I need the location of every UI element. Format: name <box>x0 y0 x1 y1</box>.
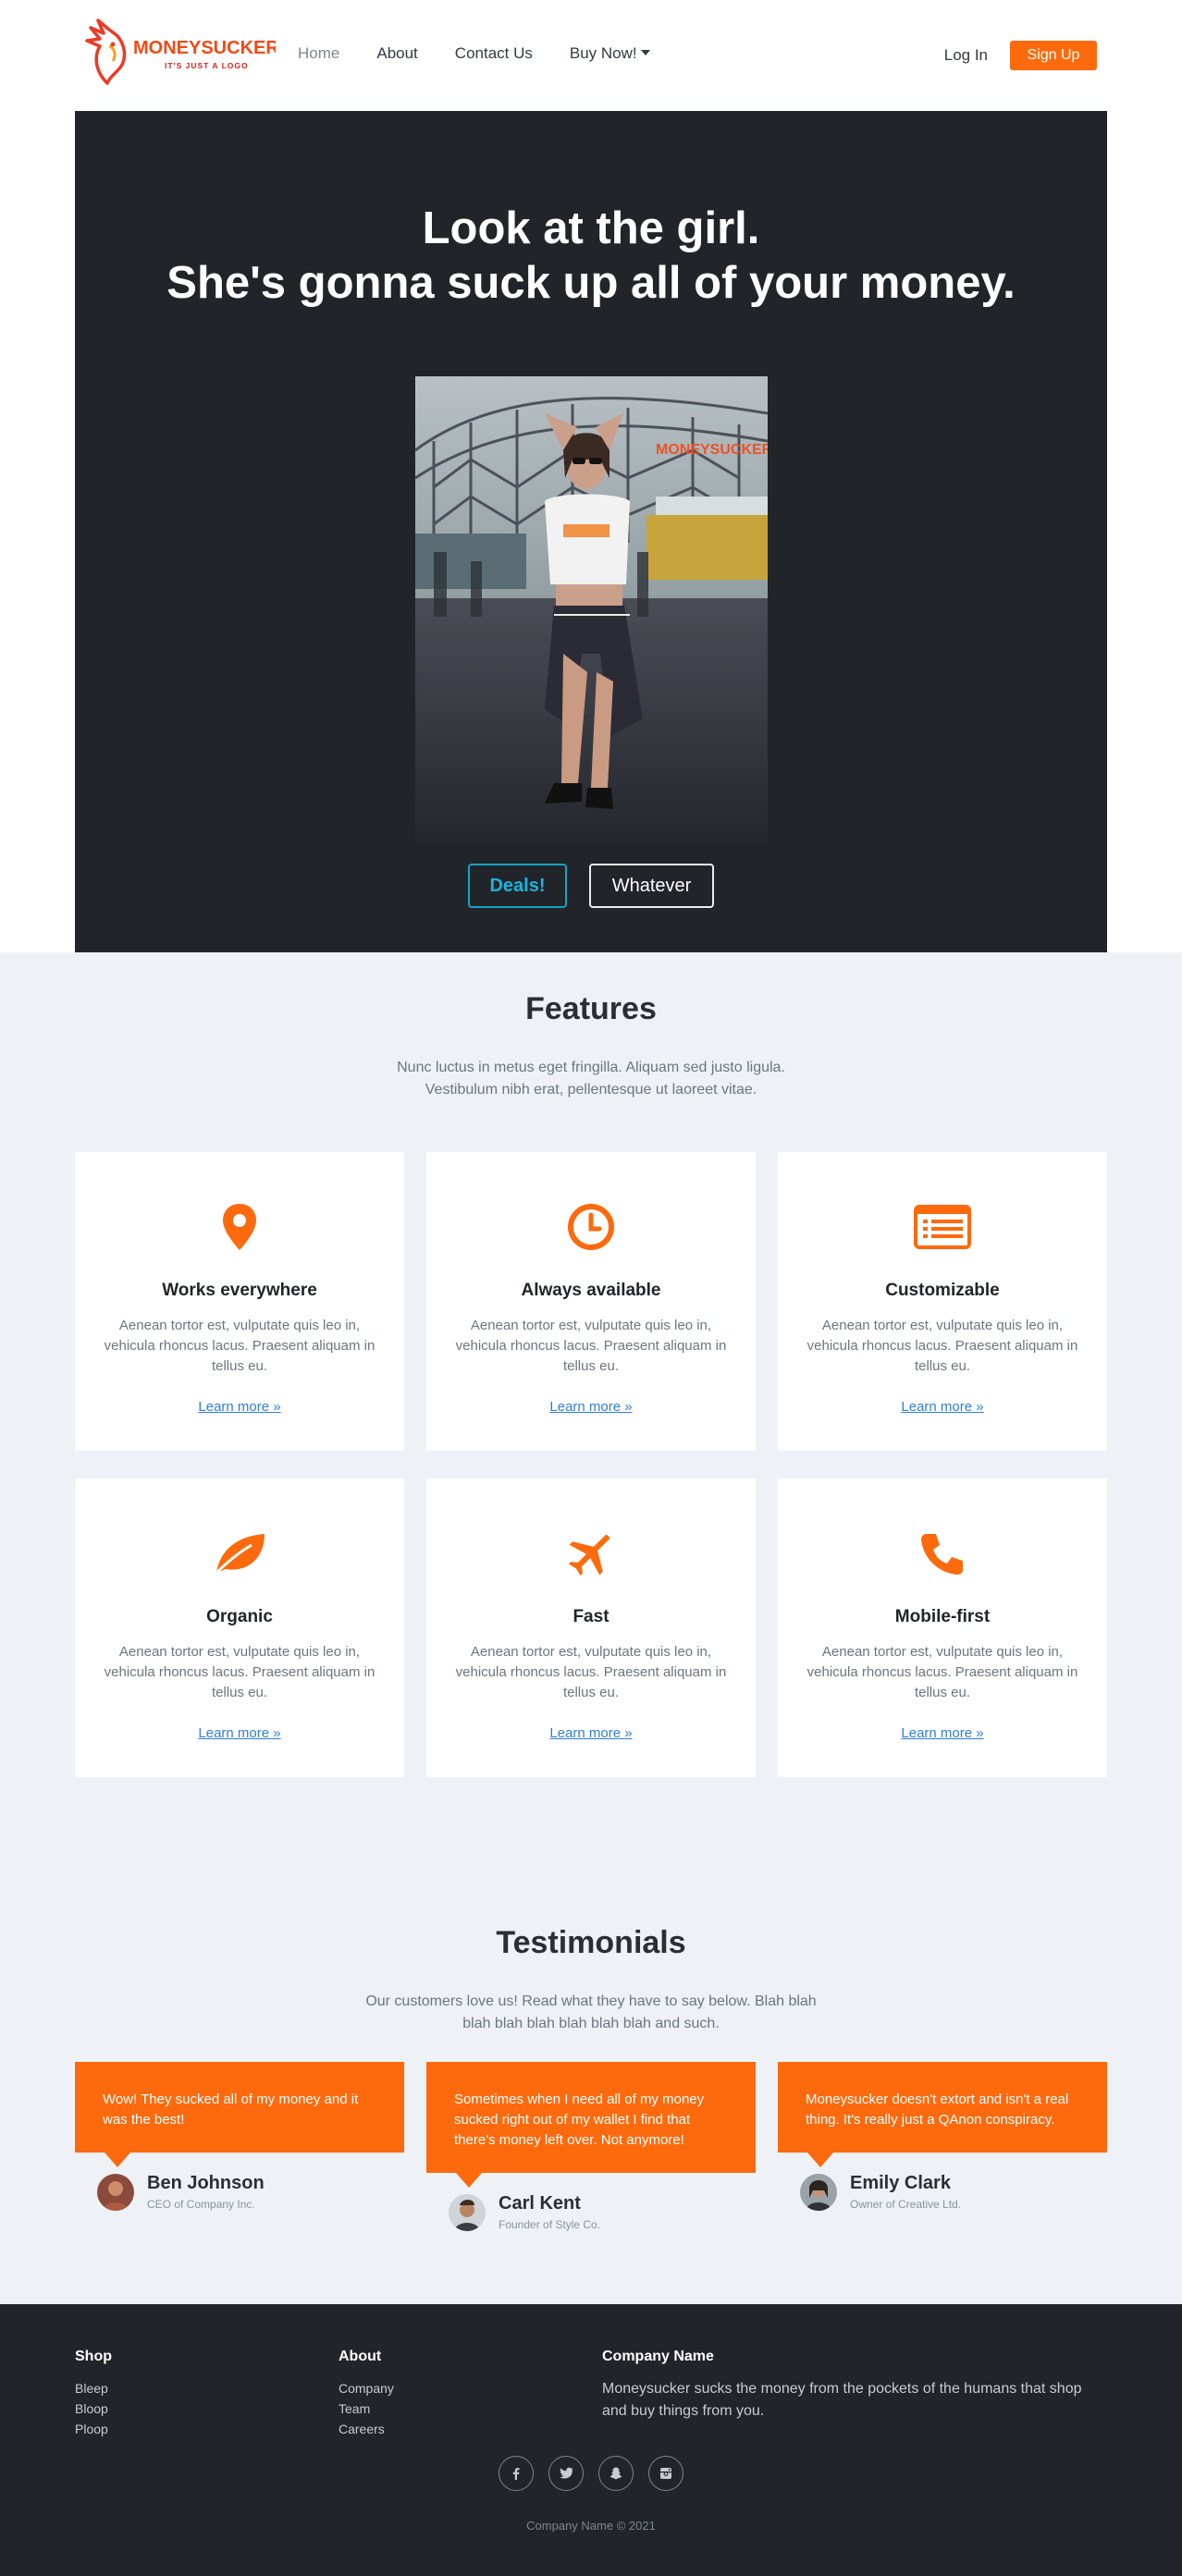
testimonial-author: Emily Clark Owner of Creative Ltd. <box>800 2173 1107 2211</box>
learn-more-link[interactable]: Learn more » <box>901 1399 983 1415</box>
instagram-icon[interactable] <box>648 2456 683 2491</box>
features-section: Features Nunc luctus in metus eget fring… <box>0 952 1182 2304</box>
nav-buy-now-dropdown[interactable]: Buy Now! <box>570 44 650 63</box>
feature-title: Always available <box>521 1281 661 1300</box>
testimonials-title: Testimonials <box>496 1925 686 1960</box>
testimonials-grid: Wow! They sucked all of my money and it … <box>75 2062 1107 2231</box>
hero-title-line-1: Look at the girl. <box>422 203 760 253</box>
testimonial: Wow! They sucked all of my money and it … <box>75 2062 404 2231</box>
avatar <box>97 2173 134 2211</box>
social-links <box>0 2456 1182 2491</box>
footer-company-column: Company Name Moneysucker sucks the money… <box>602 2349 1102 2423</box>
author-role: Owner of Creative Ltd. <box>850 2198 962 2211</box>
footer-link[interactable]: Ploop <box>75 2419 112 2439</box>
author-role: Founder of Style Co. <box>499 2218 601 2231</box>
feature-text: Aenean tortor est, vulputate quis leo in… <box>806 1318 1078 1374</box>
feature-card: Mobile-first Aenean tortor est, vulputat… <box>778 1478 1107 1777</box>
learn-more-link[interactable]: Learn more » <box>901 1725 983 1741</box>
hero-actions: Deals! Whatever <box>75 864 1107 908</box>
features-title: Features <box>525 991 657 1026</box>
phone-icon <box>778 1526 1107 1581</box>
footer-link[interactable]: Careers <box>339 2419 394 2439</box>
feature-card: Always available Aenean tortor est, vulp… <box>426 1152 756 1451</box>
author-name: Emily Clark <box>850 2173 951 2193</box>
learn-more-link[interactable]: Learn more » <box>549 1725 632 1741</box>
hero-title: Look at the girl. She's gonna suck up al… <box>75 202 1107 311</box>
main-nav: Home About Contact Us Buy Now! <box>298 44 687 63</box>
photo-logo-watermark: MONEYSUCKER <box>656 442 768 458</box>
auth-links: Log In Sign Up <box>944 41 1097 70</box>
testimonial-author: Ben Johnson CEO of Company Inc. <box>97 2173 404 2211</box>
features-lead: Nunc luctus in metus eget fringilla. Ali… <box>397 1060 785 1098</box>
footer-link[interactable]: Bloop <box>75 2398 112 2419</box>
clock-icon <box>426 1199 756 1255</box>
login-link[interactable]: Log In <box>944 46 988 65</box>
feature-text: Aenean tortor est, vulputate quis leo in… <box>104 1644 376 1700</box>
avatar <box>800 2173 837 2211</box>
nav-about[interactable]: About <box>376 44 417 63</box>
hero-title-line-2: She's gonna suck up all of your money. <box>166 258 1016 308</box>
features-grid: Works everywhere Aenean tortor est, vulp… <box>75 1152 1107 1777</box>
feature-text: Aenean tortor est, vulputate quis leo in… <box>455 1644 727 1700</box>
feature-text: Aenean tortor est, vulputate quis leo in… <box>806 1644 1078 1700</box>
feature-card: Works everywhere Aenean tortor est, vulp… <box>75 1152 404 1451</box>
caret-down-icon <box>640 50 650 55</box>
testimonial-quote: Wow! They sucked all of my money and it … <box>75 2062 404 2167</box>
footer-heading: Shop <box>75 2349 112 2364</box>
feature-title: Works everywhere <box>162 1281 317 1300</box>
testimonial: Moneysucker doesn't extort and isn't a r… <box>778 2062 1107 2231</box>
feature-text: Aenean tortor est, vulputate quis leo in… <box>104 1318 376 1374</box>
avatar <box>449 2193 486 2231</box>
facebook-icon[interactable] <box>499 2456 534 2491</box>
copyright: Company Name © 2021 <box>526 2519 656 2533</box>
whatever-button[interactable]: Whatever <box>589 864 714 908</box>
hero-section: Look at the girl. She's gonna suck up al… <box>75 111 1107 952</box>
twitter-icon[interactable] <box>548 2456 584 2491</box>
testimonial-quote: Sometimes when I need all of my money su… <box>426 2062 756 2188</box>
nav-home[interactable]: Home <box>298 44 339 63</box>
logo-tagline: IT'S JUST A LOGO <box>165 61 249 70</box>
testimonials-lead: Our customers love us! Read what they ha… <box>365 1993 817 2031</box>
nav-contact[interactable]: Contact Us <box>455 44 533 63</box>
testimonial-author: Carl Kent Founder of Style Co. <box>449 2193 756 2231</box>
footer-about-column: About Company Team Careers <box>339 2349 394 2439</box>
list-card-icon <box>778 1199 1107 1255</box>
learn-more-link[interactable]: Learn more » <box>198 1399 280 1415</box>
hero-photo: MONEYSUCKER <box>415 376 768 845</box>
feature-title: Organic <box>206 1607 273 1626</box>
testimonials-section: Testimonials Our customers love us! Read… <box>0 1886 1182 2231</box>
author-role: CEO of Company Inc. <box>147 2198 255 2211</box>
signup-button[interactable]: Sign Up <box>1010 41 1097 70</box>
footer-shop-column: Shop Bleep Bloop Ploop <box>75 2349 112 2439</box>
footer-link[interactable]: Bleep <box>75 2378 112 2398</box>
nav-buy-now-label: Buy Now! <box>569 44 637 62</box>
testimonial: Sometimes when I need all of my money su… <box>426 2062 756 2231</box>
learn-more-link[interactable]: Learn more » <box>549 1399 632 1415</box>
airplane-icon <box>426 1526 756 1581</box>
leaf-icon <box>75 1526 404 1581</box>
brand-logo[interactable]: MONEYSUCKER IT'S JUST A LOGO <box>81 18 276 89</box>
testimonial-quote: Moneysucker doesn't extort and isn't a r… <box>778 2062 1107 2167</box>
feature-card: Organic Aenean tortor est, vulputate qui… <box>75 1478 404 1777</box>
feature-title: Customizable <box>885 1281 1000 1300</box>
snapchat-icon[interactable] <box>598 2456 634 2491</box>
deals-button[interactable]: Deals! <box>468 864 567 908</box>
footer: Shop Bleep Bloop Ploop About Company Tea… <box>0 2304 1182 2576</box>
author-name: Carl Kent <box>499 2193 581 2214</box>
footer-link[interactable]: Company <box>339 2378 394 2398</box>
logo-wordmark: MONEYSUCKER <box>133 38 276 58</box>
footer-description: Moneysucker sucks the money from the poc… <box>602 2381 1082 2419</box>
footer-heading: About <box>339 2349 382 2364</box>
author-name: Ben Johnson <box>147 2173 265 2193</box>
feature-text: Aenean tortor est, vulputate quis leo in… <box>455 1318 727 1374</box>
footer-heading: Company Name <box>602 2349 714 2364</box>
feature-title: Fast <box>573 1607 609 1626</box>
map-pin-icon <box>75 1199 404 1255</box>
navbar: MONEYSUCKER IT'S JUST A LOGO Home About … <box>0 0 1182 111</box>
feature-card: Fast Aenean tortor est, vulputate quis l… <box>426 1478 756 1777</box>
learn-more-link[interactable]: Learn more » <box>198 1725 280 1741</box>
footer-link[interactable]: Team <box>339 2398 394 2419</box>
feature-card: Customizable Aenean tortor est, vulputat… <box>778 1152 1107 1451</box>
feature-title: Mobile-first <box>894 1607 991 1626</box>
